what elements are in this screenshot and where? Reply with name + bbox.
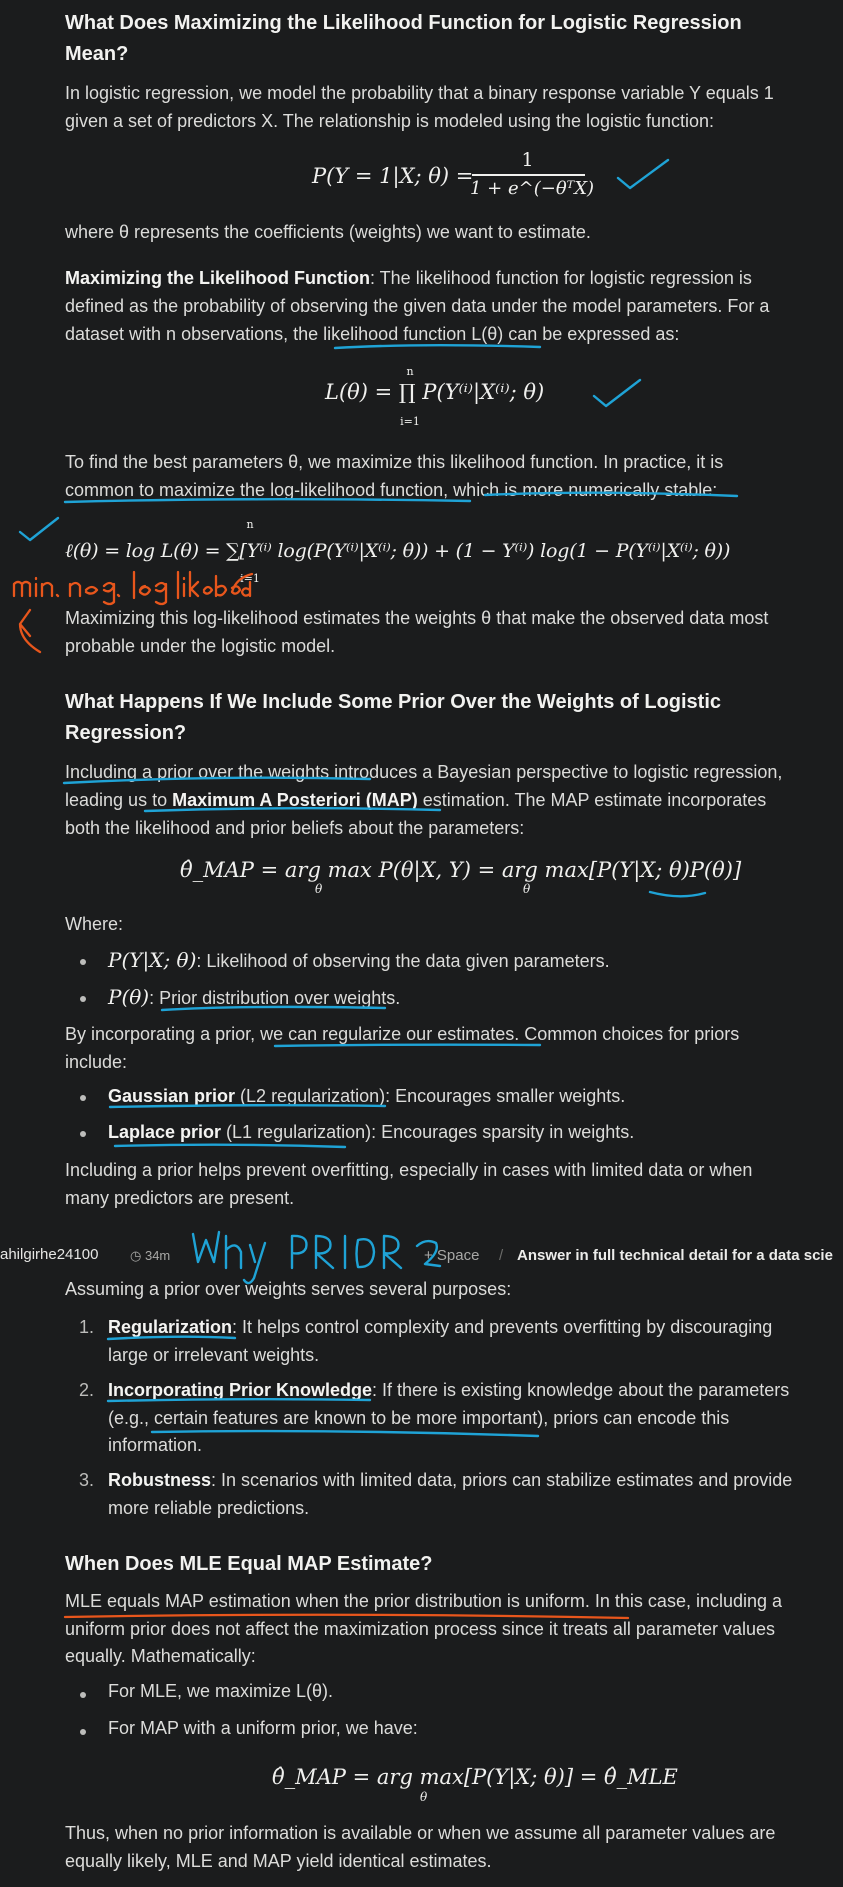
map-paragraph: Including a prior over the weights intro… (65, 762, 783, 782)
list-item-line: large or irrelevant weights. (108, 1345, 320, 1365)
heading-mle-cont: Mean? (65, 43, 129, 65)
where-label: Where: (65, 914, 124, 934)
underline (150, 1429, 540, 1438)
map-line: both the likelihood and prior beliefs ab… (65, 818, 525, 838)
checkmark-icon (592, 378, 642, 408)
list-item-robustness: Robustness: In scenarios with limited da… (108, 1470, 793, 1490)
fraction-bar (472, 174, 585, 176)
list-item-laplace: Laplace prior (L1 regularization): Encou… (108, 1122, 635, 1142)
mle-map-line: uniform prior does not affect the maximi… (65, 1619, 775, 1639)
heading-mle: What Does Maximizing the Likelihood Func… (65, 12, 742, 34)
where-line: where θ represents the coefficients (wei… (65, 222, 591, 242)
list-item-likelihood: P(Y|X; θ): Likelihood of observing the d… (108, 948, 610, 972)
bullet (80, 1095, 86, 1101)
underline (333, 344, 542, 350)
purposes-line: Assuming a prior over weights serves sev… (65, 1279, 512, 1299)
underline (63, 1613, 630, 1620)
bullet (80, 1692, 86, 1698)
bullet (80, 1729, 86, 1735)
min-neg-log-annotation (12, 570, 254, 606)
conclusion-line: Maximizing this log-likelihood estimates… (65, 608, 769, 628)
bullet (80, 959, 86, 965)
bullet (80, 1131, 86, 1137)
username[interactable]: ahilgirhe24100 (0, 1246, 98, 1264)
bullet (80, 996, 86, 1002)
thread-title[interactable]: Answer in full technical detail for a da… (517, 1247, 833, 1265)
regularize-line: include: (65, 1052, 128, 1072)
breadcrumb-separator: / (499, 1247, 504, 1264)
add-space-button[interactable]: + Space (424, 1247, 479, 1265)
underline (113, 1143, 347, 1149)
list-item-line: more reliable predictions. (108, 1498, 310, 1518)
regularize-line: By incorporating a prior, we can regular… (65, 1024, 740, 1044)
list-item-line: information. (108, 1435, 203, 1455)
overfit-line: many predictors are present. (65, 1188, 295, 1208)
list-item-gaussian: Gaussian prior (L2 regularization): Enco… (108, 1086, 626, 1106)
app-top-bar: ahilgirhe24100 ◷ 34m + Space / Answer in… (0, 1233, 843, 1277)
heading-mle-map: When Does MLE Equal MAP Estimate? (65, 1553, 433, 1575)
loglik-line: To find the best parameters θ, we maximi… (65, 452, 724, 472)
mle-map-line: equally. Mathematically: (65, 1646, 256, 1666)
mlf-line: dataset with n observations, the likelih… (65, 324, 680, 344)
list-number: 1. (78, 1317, 94, 1337)
heading-prior-cont: Regression? (65, 722, 187, 744)
clock-icon: ◷ (130, 1248, 145, 1263)
checkmark-icon (18, 516, 60, 542)
map-line: leading us to Maximum A Posteriori (MAP)… (65, 790, 767, 810)
list-item-map-uniform: For MAP with a uniform prior, we have: (108, 1718, 418, 1738)
list-item-mle: For MLE, we maximize L(θ). (108, 1681, 334, 1701)
list-item-regularization: Regularization: It helps control complex… (108, 1317, 773, 1337)
annotation-arrow (18, 608, 42, 654)
checkmark-icon (616, 158, 670, 190)
overfit-line: Including a prior helps prevent overfitt… (65, 1160, 753, 1180)
document: What Does Maximizing the Likelihood Func… (0, 0, 843, 1887)
final-line: equally likely, MLE and MAP yield identi… (65, 1851, 492, 1871)
heading-prior: What Happens If We Include Some Prior Ov… (65, 691, 722, 713)
list-item-line: (e.g., certain features are known to be … (108, 1408, 730, 1428)
list-item-prior-knowledge: Incorporating Prior Knowledge: If there … (108, 1380, 790, 1400)
time-info: ◷ 34m (130, 1248, 171, 1263)
list-number: 2. (78, 1380, 94, 1400)
loglik-line: common to maximize the log-likelihood fu… (65, 480, 718, 500)
list-number: 3. (78, 1470, 94, 1490)
mle-map-line: MLE equals MAP estimation when the prior… (65, 1591, 783, 1611)
final-line: Thus, when no prior information is avail… (65, 1823, 776, 1843)
intro-line: In logistic regression, we model the pro… (65, 83, 774, 103)
list-item-prior: P(θ): Prior distribution over weights. (108, 985, 401, 1009)
underline (648, 890, 707, 898)
intro-line: given a set of predictors X. The relatio… (65, 111, 715, 131)
mlf-line: defined as the probability of observing … (65, 296, 770, 316)
mlf-paragraph: Maximizing the Likelihood Function: The … (65, 268, 752, 288)
conclusion-line: probable under the logistic model. (65, 636, 336, 656)
